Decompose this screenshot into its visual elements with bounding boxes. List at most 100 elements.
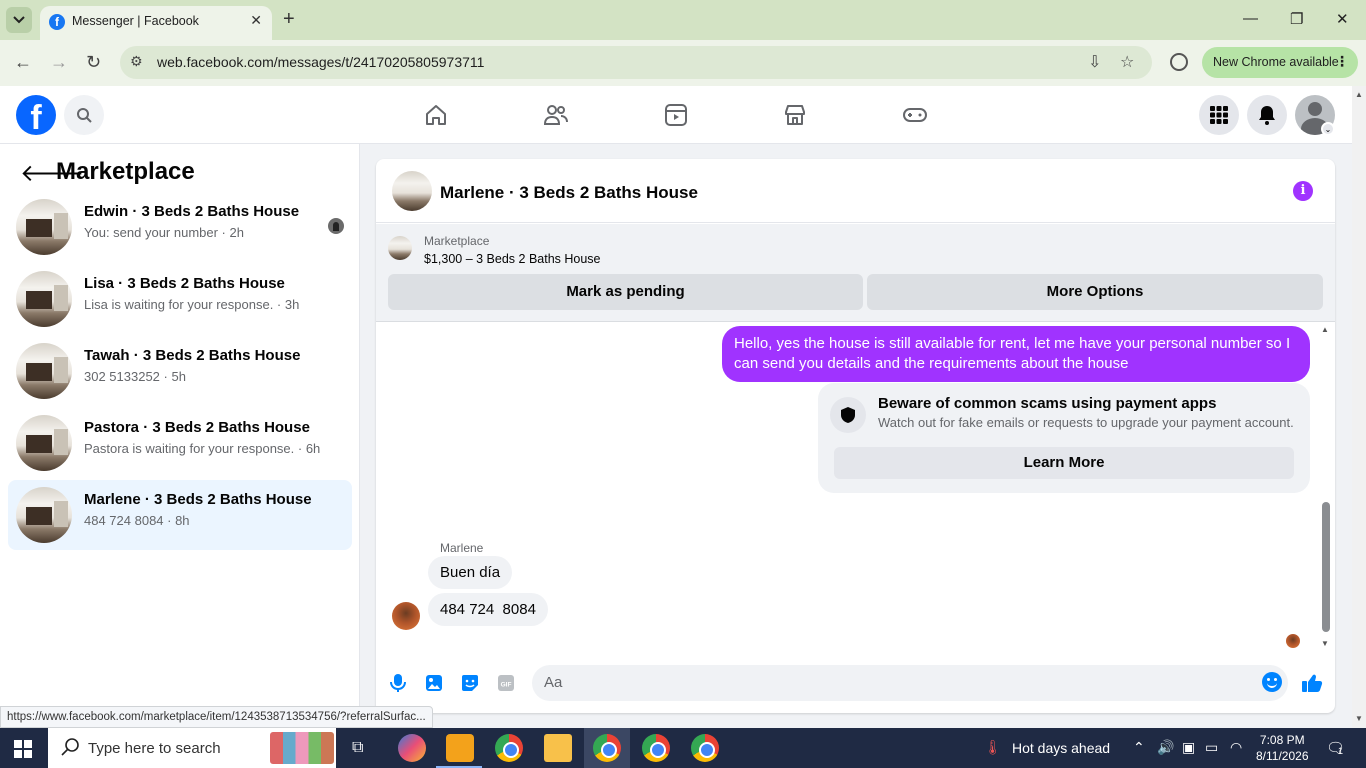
message-placeholder: Aa [544,674,563,691]
windows-start-icon[interactable] [14,740,32,758]
conversation-name: Tawah · 3 Beds 2 Baths House [84,347,301,364]
microsoft-store-icon[interactable] [446,734,474,762]
scroll-thumb[interactable] [1322,502,1330,632]
site-info-icon[interactable]: ⚙ [130,53,143,70]
conversation-item-marlene[interactable]: Marlene · 3 Beds 2 Baths House 484 724 8… [8,480,352,550]
conversation-item-tawah[interactable]: Tawah · 3 Beds 2 Baths House 302 5133252… [8,336,352,406]
account-caret-icon[interactable]: ⌄ [1321,122,1335,136]
sender-name: Marlene [440,541,484,555]
conversation-item-lisa[interactable]: Lisa · 3 Beds 2 Baths House Lisa is wait… [8,264,352,334]
message-list: Hello, yes the house is still available … [376,323,1335,653]
conversation-name: Marlene · 3 Beds 2 Baths House [84,491,312,508]
microphone-icon[interactable] [386,671,410,695]
gif-icon[interactable]: GIF [494,671,518,695]
video-nav-icon[interactable] [661,100,691,130]
copilot-icon[interactable] [398,734,426,762]
message-input[interactable]: Aa [532,665,1288,701]
listing-thumbnail [16,271,72,327]
info-icon[interactable]: i [1293,181,1313,201]
notification-count: 1 [1338,746,1344,756]
sidebar-title: Marketplace [56,158,195,185]
listing-price-title[interactable]: $1,300 – 3 Beds 2 Baths House [424,252,601,266]
gaming-nav-icon[interactable] [900,100,930,130]
close-tab-icon[interactable]: ✕ [250,12,262,29]
home-nav-icon[interactable] [421,100,451,130]
conversation-name: Pastora · 3 Beds 2 Baths House [84,419,310,436]
learn-more-button[interactable]: Learn More [834,447,1294,479]
marketplace-label: Marketplace [424,234,490,248]
more-options-button[interactable]: More Options [867,274,1323,310]
weather-text[interactable]: Hot days ahead [1012,740,1110,756]
minimize-icon[interactable]: — [1243,10,1258,27]
listing-thumbnail [16,199,72,255]
browser-toolbar: ← → ↻ ⚙ web.facebook.com/messages/t/2417… [0,40,1366,86]
close-window-icon[interactable]: ✕ [1336,10,1349,28]
scam-warning-card: Beware of common scams using payment app… [818,383,1310,493]
listing-thumbnail [16,487,72,543]
outgoing-message[interactable]: Hello, yes the house is still available … [722,326,1310,382]
chat-listing-avatar[interactable] [392,171,432,211]
url-text: web.facebook.com/messages/t/241702058059… [157,54,485,70]
listing-thumbnail[interactable] [388,236,412,260]
browser-tab[interactable]: f Messenger | Facebook ✕ [40,6,272,40]
marketplace-nav-icon[interactable] [780,100,810,130]
chat-title[interactable]: Marlene · 3 Beds 2 Baths House [440,183,698,203]
more-menu-icon[interactable]: ⋮ [1335,53,1349,70]
friends-nav-icon[interactable] [541,100,571,130]
scroll-down-icon[interactable]: ▼ [1321,639,1329,648]
scam-warning-title: Beware of common scams using payment app… [878,395,1217,412]
thumbs-up-icon[interactable] [1300,671,1324,695]
tab-search-button[interactable] [6,7,32,33]
menu-grid-button[interactable] [1199,95,1239,135]
bell-icon [1259,106,1275,125]
facebook-header: f ⌄ [0,86,1352,144]
page-scrollbar[interactable]: ▲ ▼ [1352,86,1366,728]
scroll-up-icon[interactable]: ▲ [1355,90,1363,99]
sender-avatar[interactable] [392,602,420,630]
profile-icon[interactable] [1170,53,1188,71]
chrome-profile-icon[interactable] [593,734,621,762]
sticker-icon[interactable] [458,671,482,695]
chat-scrollbar[interactable]: ▲ ▼ [1318,325,1332,649]
incoming-message[interactable]: Buen día [428,556,513,589]
meet-icon[interactable]: ▣ [1182,739,1195,756]
chat-panel: Marlene · 3 Beds 2 Baths House i Marketp… [376,159,1335,713]
reload-icon[interactable]: ↻ [86,52,101,73]
restore-icon[interactable]: ❐ [1290,10,1303,28]
scroll-up-icon[interactable]: ▲ [1321,325,1329,334]
back-icon[interactable]: ← [14,52,32,73]
chrome-profile-icon[interactable] [642,734,670,762]
conversation-snippet: You: send your number · 2h [84,225,244,240]
file-explorer-icon[interactable] [544,734,572,762]
tab-title: Messenger | Facebook [72,14,199,28]
scam-warning-text: Watch out for fake emails or requests to… [878,415,1294,430]
new-chrome-label: New Chrome available [1213,55,1339,69]
facebook-logo-icon[interactable]: f [16,95,56,135]
wifi-icon[interactable]: ◠ [1230,739,1242,756]
search-icon [77,108,92,123]
task-view-icon[interactable]: ⧉ [352,739,363,757]
bookmark-star-icon[interactable]: ☆ [1120,52,1134,72]
new-chrome-available-button[interactable]: New Chrome available ⋮ [1202,47,1358,78]
forward-icon[interactable]: → [50,52,68,73]
install-app-icon[interactable]: ⇩ [1088,52,1101,72]
address-bar[interactable]: ⚙ web.facebook.com/messages/t/2417020580… [120,46,1152,79]
photo-icon[interactable] [422,671,446,695]
emoji-icon[interactable] [1262,672,1282,692]
new-tab-icon[interactable]: + [283,8,295,31]
conversation-item-pastora[interactable]: Pastora · 3 Beds 2 Baths House Pastora i… [8,408,352,478]
taskbar-search-box[interactable]: Type here to search [48,728,336,768]
scroll-down-icon[interactable]: ▼ [1355,714,1363,723]
volume-icon[interactable]: 🔊 [1157,739,1174,756]
battery-icon[interactable]: ▭ [1205,739,1218,756]
chevron-up-icon[interactable]: ⌃ [1133,739,1145,756]
facebook-search-button[interactable] [64,95,104,135]
chrome-icon[interactable] [495,734,523,762]
mark-as-pending-button[interactable]: Mark as pending [388,274,863,310]
conversation-item-edwin[interactable]: Edwin · 3 Beds 2 Baths House You: send y… [8,192,352,262]
notifications-button[interactable] [1247,95,1287,135]
incoming-message[interactable]: 484 724 8084 [428,593,548,626]
conversation-sidebar: 🡐 Marketplace Edwin · 3 Beds 2 Baths Hou… [0,144,360,728]
clock[interactable]: 7:08 PM 8/11/2026 [1256,732,1309,764]
chrome-profile-icon[interactable] [691,734,719,762]
